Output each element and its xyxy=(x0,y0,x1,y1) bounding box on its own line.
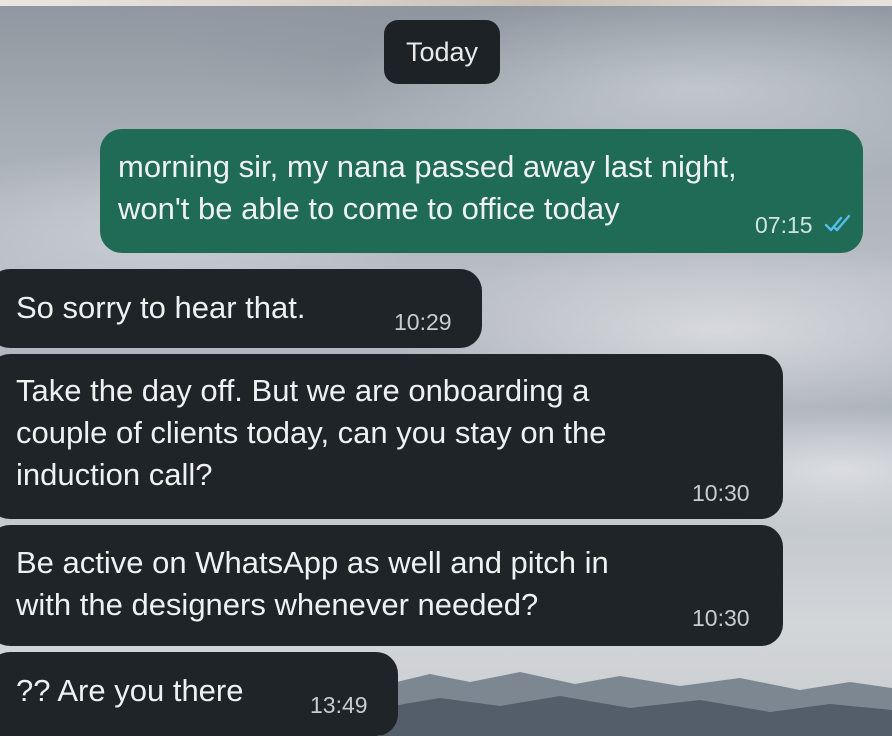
message-bubble-incoming[interactable]: Take the day off. But we are onboarding … xyxy=(0,354,783,519)
double-check-read-icon xyxy=(824,214,851,232)
message-bubble-incoming[interactable]: ?? Are you there 13:49 xyxy=(0,652,398,736)
message-bubble-incoming[interactable]: Be active on WhatsApp as well and pitch … xyxy=(0,525,783,646)
message-bubble-outgoing[interactable]: morning sir, my nana passed away last ni… xyxy=(100,129,863,253)
message-text: morning sir, my nana passed away last ni… xyxy=(118,149,737,226)
message-time: 10:29 xyxy=(394,309,452,335)
top-edge-strip xyxy=(0,0,892,6)
message-text: Be active on WhatsApp as well and pitch … xyxy=(16,545,609,622)
date-separator-label: Today xyxy=(405,36,479,67)
message-time: 10:30 xyxy=(692,480,750,506)
message-time: 13:49 xyxy=(310,692,368,718)
message-text: Take the day off. But we are onboarding … xyxy=(16,373,607,492)
message-text: So sorry to hear that. xyxy=(16,290,306,325)
date-separator-chip: Today xyxy=(384,20,500,84)
message-time: 10:30 xyxy=(692,605,750,631)
message-time: 07:15 xyxy=(755,212,813,238)
message-bubble-incoming[interactable]: So sorry to hear that. 10:29 xyxy=(0,269,482,348)
message-text: ?? Are you there xyxy=(16,673,244,708)
